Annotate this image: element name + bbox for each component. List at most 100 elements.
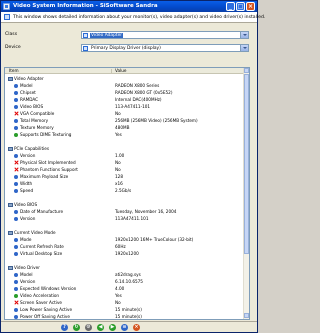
list-item[interactable]: Low Power Saving Active 15 minute(s) xyxy=(5,307,249,312)
report-icon[interactable]: ≡ xyxy=(121,324,128,331)
column-header-value[interactable]: Value xyxy=(115,68,127,74)
list-item[interactable]: Total Memory 256MB (256MB Video) (256MB S… xyxy=(5,118,249,123)
item-value: 113-A47411-101 xyxy=(115,104,151,109)
list-item[interactable]: Texture Memory 480MB xyxy=(5,125,249,130)
item-value: RADEON X800 GT (0x5E52) xyxy=(115,90,173,95)
item-name: VGA Compatible xyxy=(20,111,55,116)
info-listview[interactable]: Item Value Video Adapter Model RADEON X800… xyxy=(4,67,250,320)
item-name: Expected Windows Version xyxy=(20,286,77,291)
info-icon xyxy=(14,104,18,109)
no-icon xyxy=(14,168,18,172)
info-icon xyxy=(14,251,18,256)
minimize-button[interactable]: _ xyxy=(226,2,235,11)
item-name: Physical Slot Implemented xyxy=(20,160,76,165)
list-section[interactable]: Video BIOS xyxy=(5,202,249,207)
list-item[interactable]: Mode 1920x1200 16M+ TrueColour (32-bit) xyxy=(5,237,249,242)
item-name: Texture Memory xyxy=(20,125,54,130)
item-value: No xyxy=(115,111,121,116)
list-item[interactable]: Date of Manufacture Tuesday, November 16,… xyxy=(5,209,249,214)
list-item[interactable]: Model ati2drag.sys xyxy=(5,272,249,277)
item-name: Video Driver xyxy=(14,265,40,270)
scroll-thumb[interactable] xyxy=(244,74,249,254)
list-section[interactable]: Current Video Mode xyxy=(5,230,249,235)
info-icon xyxy=(14,125,18,130)
list-item[interactable]: Screen Saver Active No xyxy=(5,300,249,305)
item-value: No xyxy=(115,300,121,305)
list-item[interactable]: Speed 2.5Gb/s xyxy=(5,188,249,193)
item-value: Tuesday, November 16, 2004 xyxy=(115,209,177,214)
list-item[interactable]: Version 6.14.10.6575 xyxy=(5,279,249,284)
item-value: 60Hz xyxy=(115,244,126,249)
item-name: Mode xyxy=(20,237,32,242)
options-icon[interactable]: ⚙ xyxy=(85,324,92,331)
list-item[interactable]: Power Off Saving Active 15 minute(s) xyxy=(5,314,249,319)
list-item[interactable]: Video Acceleration Yes xyxy=(5,293,249,298)
forward-icon[interactable]: ▶ xyxy=(109,324,116,331)
title-bar[interactable]: Video System Information - SiSoftware Sa… xyxy=(1,1,257,12)
no-icon xyxy=(14,161,18,165)
help-icon[interactable]: ? xyxy=(61,324,68,331)
list-item[interactable]: Model RADEON X800 Series xyxy=(5,83,249,88)
scroll-up-button[interactable] xyxy=(244,68,249,73)
item-value: Internal DAC(400MHz) xyxy=(115,97,162,102)
list-section[interactable]: PCIe Capabilities xyxy=(5,146,249,151)
sandra-window: Video System Information - SiSoftware Sa… xyxy=(0,0,265,333)
list-item[interactable]: Maximum Payload Size 128 xyxy=(5,174,249,179)
list-section[interactable]: Video Driver xyxy=(5,265,249,270)
bios-icon xyxy=(8,202,13,207)
column-header-item[interactable]: Item xyxy=(9,68,19,74)
item-value: 4.00 xyxy=(115,286,125,291)
refresh-icon[interactable]: ↻ xyxy=(73,324,80,331)
close-icon[interactable]: × xyxy=(133,324,140,331)
close-button[interactable]: × xyxy=(246,2,255,11)
info-icon xyxy=(14,174,18,179)
list-item[interactable]: Expected Windows Version 4.00 xyxy=(5,286,249,291)
chevron-down-icon[interactable] xyxy=(240,45,248,51)
device-label: Device xyxy=(5,45,21,50)
back-icon[interactable]: ◀ xyxy=(97,324,104,331)
list-item[interactable]: Current Refresh Rate 60Hz xyxy=(5,244,249,249)
list-item[interactable]: Version 113A47411.101 xyxy=(5,216,249,221)
chevron-down-icon[interactable] xyxy=(240,32,248,38)
info-icon xyxy=(14,286,18,291)
item-value: No xyxy=(115,167,121,172)
item-name: Model xyxy=(20,83,33,88)
window-title: Video System Information - SiSoftware Sa… xyxy=(13,3,158,9)
item-name: Supports DIME Texturing xyxy=(20,132,72,137)
maximize-button[interactable]: □ xyxy=(236,2,245,11)
list-item[interactable]: VGA Compatible No xyxy=(5,111,249,116)
class-label: Class xyxy=(5,32,18,37)
list-item[interactable]: Supports DIME Texturing Yes xyxy=(5,132,249,137)
item-name: Speed xyxy=(20,188,34,193)
list-section[interactable]: Video Adapter xyxy=(5,76,249,81)
item-name: Video Adapter xyxy=(14,76,44,81)
item-name: Video BIOS xyxy=(14,202,38,207)
item-value: x16 xyxy=(115,181,123,186)
info-icon xyxy=(14,244,18,249)
list-item[interactable]: Version 1.00 xyxy=(5,153,249,158)
list-item[interactable]: Chipset RADEON X800 GT (0x5E52) xyxy=(5,90,249,95)
device-select[interactable]: Primary Display Driver (display) xyxy=(81,44,249,52)
item-value: 1920x1200 16M+ TrueColour (32-bit) xyxy=(115,237,194,242)
list-item[interactable]: Physical Slot Implemented No xyxy=(5,160,249,165)
vertical-scrollbar[interactable] xyxy=(243,68,249,319)
list-header: Item Value xyxy=(5,68,249,74)
ok-icon xyxy=(14,293,18,298)
item-name: Current Video Mode xyxy=(14,230,56,235)
list-item[interactable]: Virtual Desktop Size 1920x1200 xyxy=(5,251,249,256)
item-name: Phantom Functions Support xyxy=(20,167,78,172)
column-divider[interactable] xyxy=(111,69,112,73)
list-item[interactable]: RAMDAC Internal DAC(400MHz) xyxy=(5,97,249,102)
list-item[interactable]: Video BIOS 113-A47411-101 xyxy=(5,104,249,109)
item-value: 113A47411.101 xyxy=(115,216,149,221)
item-value: RADEON X800 Series xyxy=(115,83,160,88)
list-item[interactable]: Phantom Functions Support No xyxy=(5,167,249,172)
info-header: This window shows detailed information a… xyxy=(1,12,265,23)
list-item[interactable]: Width x16 xyxy=(5,181,249,186)
app-icon xyxy=(3,3,10,10)
scroll-down-button[interactable] xyxy=(244,313,249,318)
info-icon xyxy=(14,90,18,95)
class-select[interactable]: Video Adapter xyxy=(81,31,249,39)
item-value: 15 minute(s) xyxy=(115,307,142,312)
